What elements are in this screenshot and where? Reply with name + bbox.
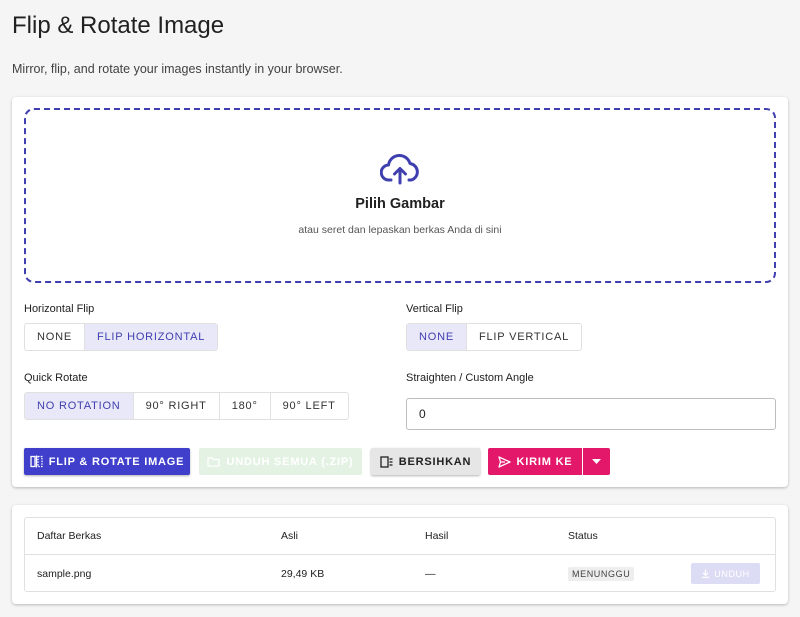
quick-rotate-toggle: NO ROTATION 90° RIGHT 180° 90° LEFT	[24, 392, 349, 420]
column-header-status: Status	[568, 530, 598, 542]
file-download-button[interactable]: UNDUH	[691, 563, 760, 584]
clear-button[interactable]: BERSIHKAN	[371, 448, 480, 475]
custom-angle-label: Straighten / Custom Angle	[406, 372, 534, 384]
send-to-menu-button[interactable]	[583, 448, 610, 475]
page-title: Flip & Rotate Image	[12, 12, 225, 39]
horizontal-flip-none-option[interactable]: NONE	[25, 324, 85, 350]
cloud-upload-icon	[380, 152, 420, 186]
vertical-flip-none-option[interactable]: NONE	[407, 324, 467, 350]
table-row: sample.png 29,49 KB — MENUNGGU UNDUH	[25, 555, 775, 592]
rotate-90-left-option[interactable]: 90° LEFT	[271, 393, 348, 419]
horizontal-flip-flip-option[interactable]: FLIP HORIZONTAL	[84, 324, 218, 350]
custom-angle-input[interactable]	[406, 398, 776, 430]
flip-icon	[30, 455, 43, 468]
file-name: sample.png	[37, 567, 92, 580]
column-header-file-list: Daftar Berkas	[37, 530, 102, 542]
horizontal-flip-toggle: NONE FLIP HORIZONTAL	[24, 323, 219, 351]
status-badge: MENUNGGU	[568, 566, 635, 581]
file-status: MENUNGGU	[568, 555, 635, 592]
rotate-none-option[interactable]: NO ROTATION	[25, 393, 134, 419]
table-header: Daftar Berkas Asli Hasil Status	[25, 518, 775, 555]
files-table: Daftar Berkas Asli Hasil Status sample.p…	[24, 517, 776, 592]
flip-rotate-button-label: FLIP & ROTATE IMAGE	[48, 455, 185, 468]
caret-down-icon	[592, 459, 601, 464]
files-card: Daftar Berkas Asli Hasil Status sample.p…	[12, 505, 788, 604]
tool-card: Pilih Gambar atau seret dan lepaskan ber…	[12, 97, 788, 487]
send-icon	[497, 455, 511, 468]
rotate-180-option[interactable]: 180°	[220, 393, 271, 419]
dropzone-hint: atau seret dan lepaskan berkas Anda di s…	[298, 224, 502, 236]
vertical-flip-flip-option[interactable]: FLIP VERTICAL	[467, 324, 581, 350]
file-download-label: UNDUH	[714, 568, 750, 579]
column-header-result: Hasil	[425, 530, 449, 542]
vertical-flip-label: Vertical Flip	[406, 303, 463, 315]
file-original-size: 29,49 KB	[281, 567, 325, 580]
clear-button-label: BERSIHKAN	[398, 455, 472, 468]
folder-icon	[207, 456, 221, 467]
send-to-button[interactable]: KIRIM KE	[488, 448, 582, 475]
rotate-90-right-option[interactable]: 90° RIGHT	[134, 393, 220, 419]
send-to-button-label: KIRIM KE	[516, 455, 573, 468]
download-all-button-label: UNDUH SEMUA (.ZIP)	[226, 455, 354, 468]
download-icon	[701, 569, 710, 578]
download-all-button[interactable]: UNDUH SEMUA (.ZIP)	[199, 448, 362, 475]
page-subtitle: Mirror, flip, and rotate your images ins…	[12, 62, 343, 76]
column-header-original: Asli	[281, 530, 298, 542]
vertical-flip-toggle: NONE FLIP VERTICAL	[406, 323, 583, 351]
file-dropzone[interactable]: Pilih Gambar atau seret dan lepaskan ber…	[24, 108, 776, 283]
horizontal-flip-label: Horizontal Flip	[24, 303, 95, 315]
flip-rotate-button[interactable]: FLIP & ROTATE IMAGE	[24, 448, 190, 475]
file-download-cell: UNDUH	[691, 555, 760, 592]
file-result-size: —	[425, 567, 436, 580]
quick-rotate-label: Quick Rotate	[24, 372, 88, 384]
dropzone-title: Pilih Gambar	[355, 196, 445, 212]
clear-all-icon	[380, 455, 393, 468]
